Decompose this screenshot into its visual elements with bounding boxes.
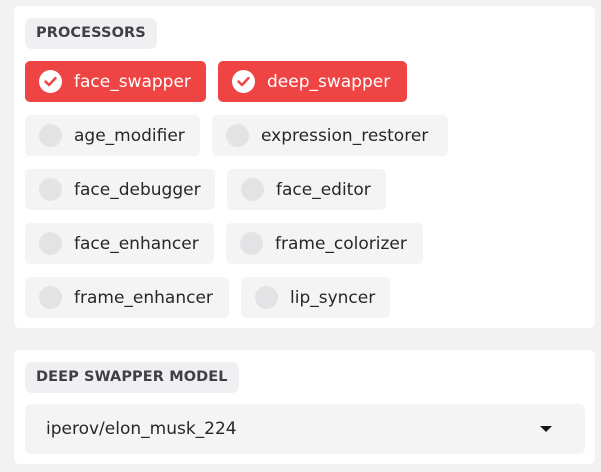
deep-swapper-model-dropdown[interactable]: iperov/elon_musk_224 <box>25 404 585 454</box>
checkbox-icon <box>39 286 62 309</box>
processor-option-face-swapper[interactable]: face_swapper <box>25 61 206 102</box>
dropdown-selected-value: iperov/elon_musk_224 <box>46 419 237 439</box>
processor-option-age-modifier[interactable]: age_modifier <box>25 115 200 156</box>
checkbox-icon <box>240 232 263 255</box>
processor-option-face-editor[interactable]: face_editor <box>227 169 386 210</box>
processor-option-label: frame_colorizer <box>275 233 407 254</box>
processor-option-label: expression_restorer <box>261 125 429 146</box>
checkbox-icon <box>255 286 278 309</box>
processor-option-face-enhancer[interactable]: face_enhancer <box>25 223 214 264</box>
processor-option-label: face_editor <box>276 179 371 200</box>
processor-option-expression-restorer[interactable]: expression_restorer <box>212 115 448 156</box>
caret-down-icon <box>540 426 552 432</box>
deep-swapper-model-panel: DEEP SWAPPER MODEL iperov/elon_musk_224 <box>14 350 595 464</box>
checkbox-checked-icon <box>39 70 62 93</box>
processor-option-lip-syncer[interactable]: lip_syncer <box>241 277 390 318</box>
checkbox-icon <box>39 178 62 201</box>
checkbox-icon <box>39 232 62 255</box>
processors-label: PROCESSORS <box>25 18 157 49</box>
processor-option-label: face_swapper <box>74 71 191 92</box>
processor-option-frame-enhancer[interactable]: frame_enhancer <box>25 277 229 318</box>
deep-swapper-model-label: DEEP SWAPPER MODEL <box>25 362 239 393</box>
processor-option-deep-swapper[interactable]: deep_swapper <box>218 61 407 102</box>
processor-option-label: age_modifier <box>74 125 185 146</box>
processor-option-label: deep_swapper <box>267 71 391 92</box>
processor-option-label: face_debugger <box>74 179 201 200</box>
processors-panel: PROCESSORS face_swapper deep_swapper age… <box>14 6 595 328</box>
checkbox-icon <box>226 124 249 147</box>
processor-option-face-debugger[interactable]: face_debugger <box>25 169 215 210</box>
checkbox-checked-icon <box>232 70 255 93</box>
checkbox-icon <box>241 178 264 201</box>
processor-option-label: lip_syncer <box>290 287 376 308</box>
processor-option-frame-colorizer[interactable]: frame_colorizer <box>226 223 423 264</box>
processor-option-label: face_enhancer <box>74 233 199 254</box>
processor-option-label: frame_enhancer <box>74 287 213 308</box>
checkbox-icon <box>39 124 62 147</box>
